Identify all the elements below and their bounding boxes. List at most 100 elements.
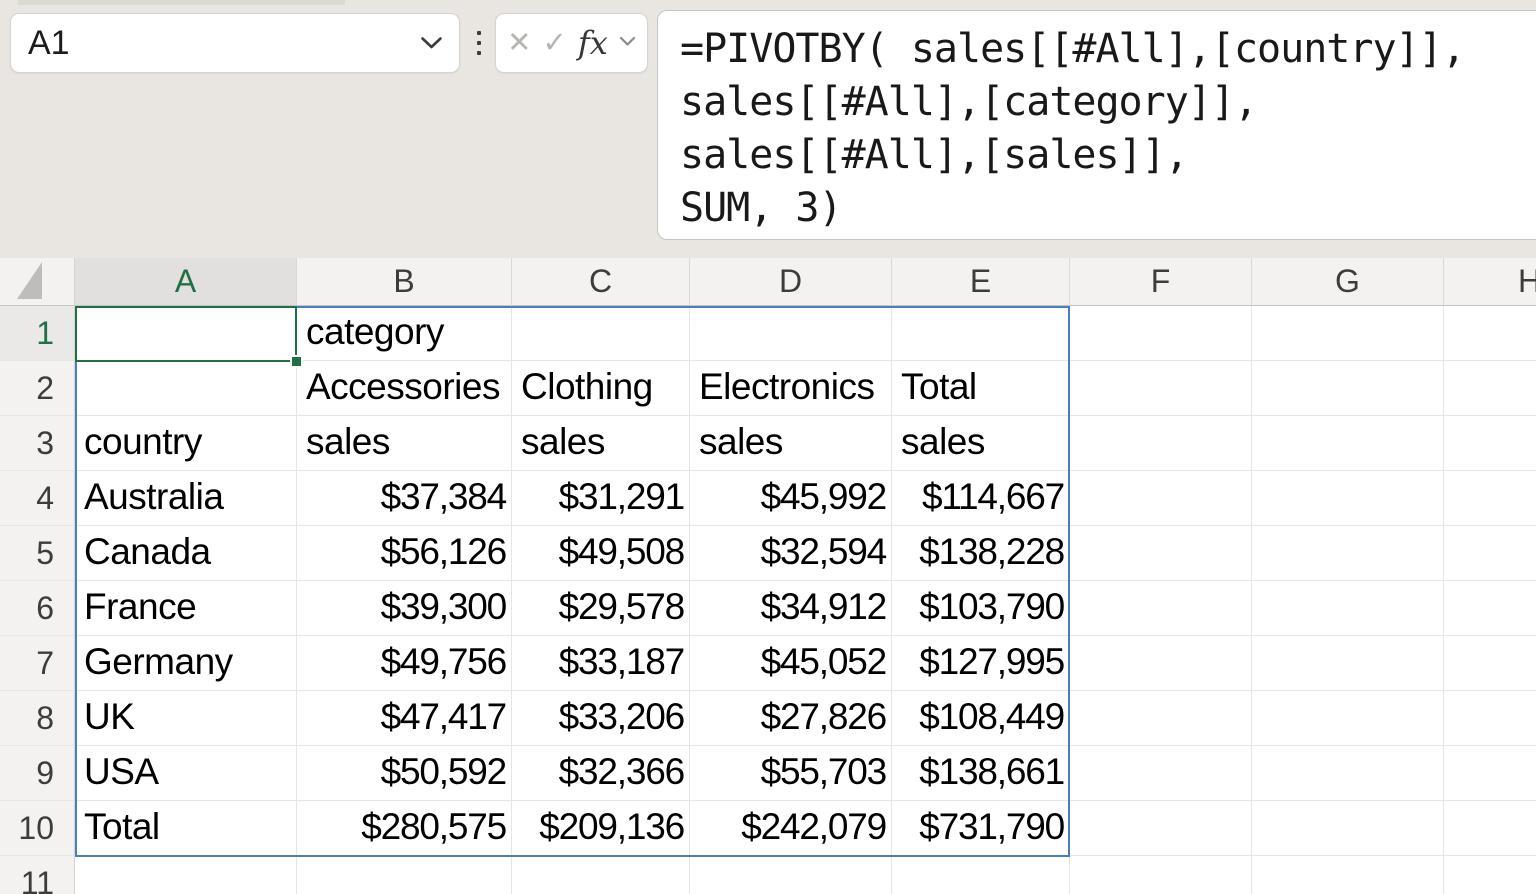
cell-C8[interactable]: $33,206 [512, 691, 690, 746]
formula-bar-input[interactable]: =PIVOTBY( sales[[#All],[country]],sales[… [657, 10, 1536, 240]
cell-D7[interactable]: $45,052 [690, 636, 892, 691]
column-header-G[interactable]: G [1252, 258, 1444, 306]
cell-G2[interactable] [1252, 361, 1444, 416]
confirm-icon[interactable]: ✓ [543, 29, 567, 58]
cell-G4[interactable] [1252, 471, 1444, 526]
cell-E6[interactable]: $103,790 [892, 581, 1070, 636]
cell-F7[interactable] [1070, 636, 1252, 691]
cell-D2[interactable]: Electronics [690, 361, 892, 416]
name-box[interactable]: A1 [10, 13, 460, 73]
cell-E1[interactable] [892, 306, 1070, 361]
cell-C10[interactable]: $209,136 [512, 801, 690, 856]
row-header-8[interactable]: 8 [0, 691, 75, 746]
cell-F8[interactable] [1070, 691, 1252, 746]
cell-B6[interactable]: $39,300 [297, 581, 512, 636]
cell-E4[interactable]: $114,667 [892, 471, 1070, 526]
cell-C5[interactable]: $49,508 [512, 526, 690, 581]
cell-G6[interactable] [1252, 581, 1444, 636]
cell-H2[interactable] [1444, 361, 1536, 416]
cell-D11[interactable] [690, 856, 892, 894]
cell-C2[interactable]: Clothing [512, 361, 690, 416]
cell-G1[interactable] [1252, 306, 1444, 361]
cell-D6[interactable]: $34,912 [690, 581, 892, 636]
row-header-9[interactable]: 9 [0, 746, 75, 801]
cell-A1[interactable] [75, 306, 297, 361]
cell-A5[interactable]: Canada [75, 526, 297, 581]
cell-A10[interactable]: Total [75, 801, 297, 856]
cell-F6[interactable] [1070, 581, 1252, 636]
cell-C4[interactable]: $31,291 [512, 471, 690, 526]
formula-bar-options-icon[interactable] [472, 13, 486, 73]
select-all-corner[interactable] [0, 258, 75, 306]
cell-G7[interactable] [1252, 636, 1444, 691]
cell-G10[interactable] [1252, 801, 1444, 856]
cell-G8[interactable] [1252, 691, 1444, 746]
cell-F2[interactable] [1070, 361, 1252, 416]
column-header-D[interactable]: D [690, 258, 892, 306]
cell-E8[interactable]: $108,449 [892, 691, 1070, 746]
cell-H11[interactable] [1444, 856, 1536, 894]
cell-H4[interactable] [1444, 471, 1536, 526]
cell-B11[interactable] [297, 856, 512, 894]
cell-H6[interactable] [1444, 581, 1536, 636]
column-header-A[interactable]: A [75, 258, 297, 306]
cell-B1[interactable]: category [297, 306, 512, 361]
cell-A9[interactable]: USA [75, 746, 297, 801]
cell-A7[interactable]: Germany [75, 636, 297, 691]
cell-E10[interactable]: $731,790 [892, 801, 1070, 856]
cell-B2[interactable]: Accessories [297, 361, 512, 416]
cell-E11[interactable] [892, 856, 1070, 894]
cell-A6[interactable]: France [75, 581, 297, 636]
cell-H1[interactable] [1444, 306, 1536, 361]
cell-E2[interactable]: Total [892, 361, 1070, 416]
cell-A8[interactable]: UK [75, 691, 297, 746]
function-chevron-down-icon[interactable] [619, 34, 636, 52]
row-header-4[interactable]: 4 [0, 471, 75, 526]
cell-C7[interactable]: $33,187 [512, 636, 690, 691]
cell-D5[interactable]: $32,594 [690, 526, 892, 581]
cell-E3[interactable]: sales [892, 416, 1070, 471]
cell-D9[interactable]: $55,703 [690, 746, 892, 801]
cell-F3[interactable] [1070, 416, 1252, 471]
cell-F1[interactable] [1070, 306, 1252, 361]
cell-E9[interactable]: $138,661 [892, 746, 1070, 801]
row-header-11[interactable]: 11 [0, 856, 75, 894]
cell-B10[interactable]: $280,575 [297, 801, 512, 856]
cell-H5[interactable] [1444, 526, 1536, 581]
cell-B8[interactable]: $47,417 [297, 691, 512, 746]
cell-G9[interactable] [1252, 746, 1444, 801]
cell-E7[interactable]: $127,995 [892, 636, 1070, 691]
cell-F9[interactable] [1070, 746, 1252, 801]
insert-function-icon[interactable]: fx [578, 27, 608, 59]
cell-F10[interactable] [1070, 801, 1252, 856]
cancel-icon[interactable]: ✕ [507, 29, 531, 58]
cell-B7[interactable]: $49,756 [297, 636, 512, 691]
cell-F11[interactable] [1070, 856, 1252, 894]
cell-G5[interactable] [1252, 526, 1444, 581]
row-header-2[interactable]: 2 [0, 361, 75, 416]
row-header-1[interactable]: 1 [0, 306, 75, 361]
column-header-E[interactable]: E [892, 258, 1070, 306]
cell-H10[interactable] [1444, 801, 1536, 856]
cell-H8[interactable] [1444, 691, 1536, 746]
cell-A11[interactable] [75, 856, 297, 894]
row-header-5[interactable]: 5 [0, 526, 75, 581]
cell-A4[interactable]: Australia [75, 471, 297, 526]
cell-F4[interactable] [1070, 471, 1252, 526]
cell-B3[interactable]: sales [297, 416, 512, 471]
cell-C9[interactable]: $32,366 [512, 746, 690, 801]
column-header-B[interactable]: B [297, 258, 512, 306]
cell-H3[interactable] [1444, 416, 1536, 471]
column-header-H[interactable]: H [1444, 258, 1536, 306]
cell-D3[interactable]: sales [690, 416, 892, 471]
row-header-10[interactable]: 10 [0, 801, 75, 856]
cell-C6[interactable]: $29,578 [512, 581, 690, 636]
row-header-6[interactable]: 6 [0, 581, 75, 636]
cell-B9[interactable]: $50,592 [297, 746, 512, 801]
name-box-value[interactable]: A1 [11, 24, 420, 63]
cell-H7[interactable] [1444, 636, 1536, 691]
cell-A2[interactable] [75, 361, 297, 416]
row-header-7[interactable]: 7 [0, 636, 75, 691]
cell-F5[interactable] [1070, 526, 1252, 581]
column-header-C[interactable]: C [512, 258, 690, 306]
